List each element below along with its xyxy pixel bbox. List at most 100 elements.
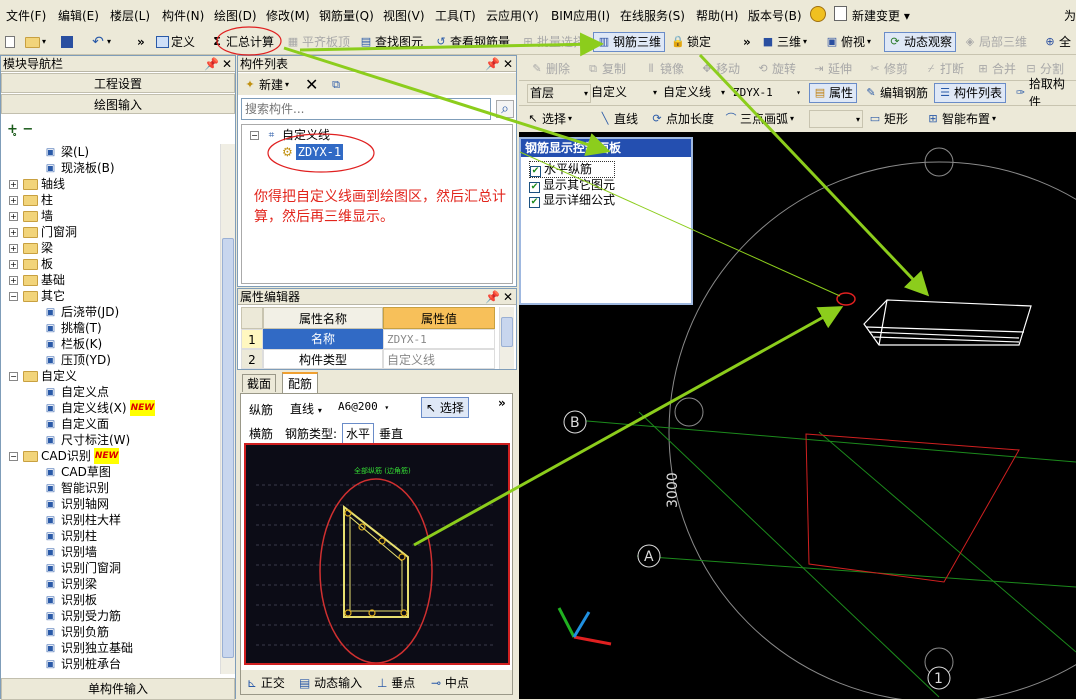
dynamic-view-button[interactable]: ⟳ 动态观察 bbox=[884, 32, 957, 52]
save-button[interactable] bbox=[58, 32, 76, 52]
checkbox-icon[interactable]: ✔ bbox=[529, 197, 540, 208]
more-options-button[interactable]: » bbox=[498, 396, 506, 410]
component-list-button[interactable]: ☰ 构件列表 bbox=[934, 83, 1007, 103]
property-value-cell[interactable]: ZDYX-1 bbox=[383, 329, 495, 349]
property-name-cell[interactable]: 名称 bbox=[263, 329, 383, 349]
nav-tree-item[interactable]: ▣ 自定义点 bbox=[43, 384, 109, 400]
nav-tree-item[interactable]: ▣ 压顶(YD) bbox=[43, 352, 111, 368]
new-file-button[interactable] bbox=[2, 32, 18, 52]
merge-button[interactable]: ⊞ 合并 bbox=[973, 59, 1019, 79]
nav-tree-item[interactable]: + 板 bbox=[9, 256, 53, 272]
expand-icon[interactable]: + bbox=[9, 243, 18, 253]
more-toolbar-button-2[interactable]: » bbox=[740, 32, 754, 52]
option-horizontal-longitudinal[interactable]: ✔ 水平纵筋 bbox=[529, 161, 616, 178]
property-scrollbar[interactable] bbox=[499, 307, 514, 369]
arc-option-select[interactable]: ▾ bbox=[809, 110, 863, 128]
close-icon[interactable]: ✕ bbox=[503, 56, 513, 72]
nav-tree-item[interactable]: ▣ 自定义线(X) NEW bbox=[43, 400, 156, 416]
nav-tree-item[interactable]: ▣ 识别墙 bbox=[43, 544, 97, 560]
option-show-other-elements[interactable]: ✔ 显示其它图元 bbox=[529, 178, 615, 193]
point-length-button[interactable]: ⟳ 点加长度 bbox=[647, 109, 717, 129]
option-show-formula[interactable]: ✔ 显示详细公式 bbox=[529, 193, 615, 208]
project-settings-button[interactable]: 工程设置 bbox=[1, 73, 235, 93]
break-button[interactable]: ⌿ 打断 bbox=[921, 59, 967, 79]
nav-tree-item[interactable]: − CAD识别 NEW bbox=[9, 448, 120, 464]
nav-tree-item[interactable]: ▣ 识别轴网 bbox=[43, 496, 109, 512]
expand-icon[interactable]: + bbox=[9, 227, 18, 237]
batch-select-button[interactable]: ⊞ 批量选择 bbox=[518, 32, 588, 52]
local-3d-button[interactable]: ◈ 局部三维 bbox=[960, 32, 1030, 52]
category-select[interactable]: 自定义 ▾ bbox=[589, 84, 659, 103]
checkbox-icon[interactable]: ✔ bbox=[530, 166, 541, 177]
nav-tree-item[interactable]: ▣ 现浇板(B) bbox=[43, 160, 115, 176]
find-element-button[interactable]: ▤ 查找图元 bbox=[356, 32, 426, 52]
menu-component[interactable]: 构件(N) bbox=[162, 7, 204, 24]
component-tree-root[interactable]: − ⌗ 自定义线 bbox=[250, 127, 330, 143]
menu-help[interactable]: 帮助(H) bbox=[696, 7, 738, 24]
nav-tree-item[interactable]: − 自定义 bbox=[9, 368, 77, 384]
new-component-button[interactable]: ✦ 新建 ▾ bbox=[240, 75, 292, 95]
smart-layout-button[interactable]: ⊞ 智能布置 ▾ bbox=[923, 109, 999, 129]
nav-tree-item[interactable]: + 门窗洞 bbox=[9, 224, 77, 240]
nav-tree-item[interactable]: + 梁 bbox=[9, 240, 53, 256]
nav-tree-item[interactable]: + 柱 bbox=[9, 192, 53, 208]
midpoint-toggle[interactable]: ⊸ 中点 bbox=[431, 674, 469, 691]
expand-icon[interactable]: − bbox=[9, 451, 18, 461]
attribute-button[interactable]: ▤ 属性 bbox=[809, 83, 858, 103]
tab-section[interactable]: 截面 bbox=[242, 374, 277, 392]
menu-new-change[interactable]: 新建变更 ▾ bbox=[852, 7, 910, 24]
expand-icon[interactable]: + bbox=[9, 195, 18, 205]
nav-tree-item[interactable]: ▣ 尺寸标注(W) bbox=[43, 432, 130, 448]
nav-tree-item[interactable]: ▣ 栏板(K) bbox=[43, 336, 102, 352]
define-button[interactable]: 定义 bbox=[153, 32, 198, 52]
element-marker[interactable] bbox=[836, 292, 856, 306]
line-mode-select[interactable]: 直线 ▾ bbox=[287, 399, 325, 418]
nav-tree-item[interactable]: ▣ 识别受力筋 bbox=[43, 608, 121, 624]
copy-component-button[interactable]: ⧉ bbox=[326, 75, 346, 95]
horizontal-toggle[interactable]: 水平 bbox=[342, 423, 375, 444]
component-search-input[interactable] bbox=[241, 98, 491, 120]
expand-icon[interactable]: + bbox=[9, 211, 18, 221]
mirror-button[interactable]: ⫴ 镜像 bbox=[641, 59, 687, 79]
nav-tree-item[interactable]: ▣ CAD草图 bbox=[43, 464, 111, 480]
delete-component-button[interactable]: ✕ bbox=[302, 75, 321, 95]
element-select[interactable]: ZDYX-1 ▾ bbox=[731, 84, 803, 103]
nav-tree-item[interactable]: ▣ 识别独立基础 bbox=[43, 640, 133, 656]
rebar-3d-button[interactable]: ▥ 钢筋三维 bbox=[593, 32, 666, 52]
3d-view-button[interactable]: ■ 三维 ▾ bbox=[758, 32, 810, 52]
top-view-button[interactable]: ▣ 俯视 ▾ bbox=[822, 32, 874, 52]
expand-icon[interactable]: + bbox=[9, 259, 18, 269]
vertical-toggle[interactable]: 垂直 bbox=[379, 425, 403, 442]
scrollbar-thumb[interactable] bbox=[501, 317, 513, 347]
trim-button[interactable]: ✂ 修剪 bbox=[865, 59, 911, 79]
menu-cloud[interactable]: 云应用(Y) bbox=[486, 7, 539, 24]
nav-tree-item[interactable]: ▣ 识别板 bbox=[43, 592, 97, 608]
menu-view[interactable]: 视图(V) bbox=[383, 7, 425, 24]
lock-button[interactable]: 🔒 锁定 bbox=[668, 32, 714, 52]
pin-icon[interactable]: 📌 bbox=[204, 56, 219, 72]
nav-tree-scrollbar[interactable] bbox=[220, 144, 235, 674]
expand-all-icon[interactable]: +̥ − bbox=[7, 122, 33, 137]
nav-tree-item[interactable]: ▣ 挑檐(T) bbox=[43, 320, 102, 336]
expand-icon[interactable]: + bbox=[9, 275, 18, 285]
nav-tree-item[interactable]: + 墙 bbox=[9, 208, 53, 224]
type-select[interactable]: 自定义线 ▾ bbox=[661, 84, 727, 103]
user-avatar-icon[interactable] bbox=[810, 6, 826, 22]
open-button[interactable]: ▾ bbox=[22, 32, 49, 52]
expand-icon[interactable]: − bbox=[9, 291, 18, 301]
menu-tools[interactable]: 工具(T) bbox=[435, 7, 476, 24]
floor-select[interactable]: 首层 ▾ bbox=[527, 84, 591, 103]
pick-component-button[interactable]: ✑ 拾取构件 bbox=[1011, 77, 1076, 109]
menu-edit[interactable]: 编辑(E) bbox=[58, 7, 99, 24]
nav-tree-item[interactable]: ▣ 自定义面 bbox=[43, 416, 109, 432]
spec-select[interactable]: A6@200 ▾ bbox=[335, 399, 392, 414]
nav-tree-item[interactable]: + 基础 bbox=[9, 272, 65, 288]
tab-rebar[interactable]: 配筋 bbox=[282, 372, 319, 393]
pin-icon[interactable]: 📌 bbox=[485, 56, 500, 72]
full-screen-button[interactable]: ⊕ 全 bbox=[1040, 32, 1074, 52]
rotate-button[interactable]: ⟲ 旋转 bbox=[753, 59, 799, 79]
delete-button[interactable]: ✎ 删除 bbox=[527, 59, 573, 79]
pin-icon[interactable]: 📌 bbox=[485, 289, 500, 305]
arc-tool-button[interactable]: ⌒ 三点画弧 ▾ bbox=[721, 109, 797, 129]
nav-tree-item[interactable]: − 其它 bbox=[9, 288, 65, 304]
